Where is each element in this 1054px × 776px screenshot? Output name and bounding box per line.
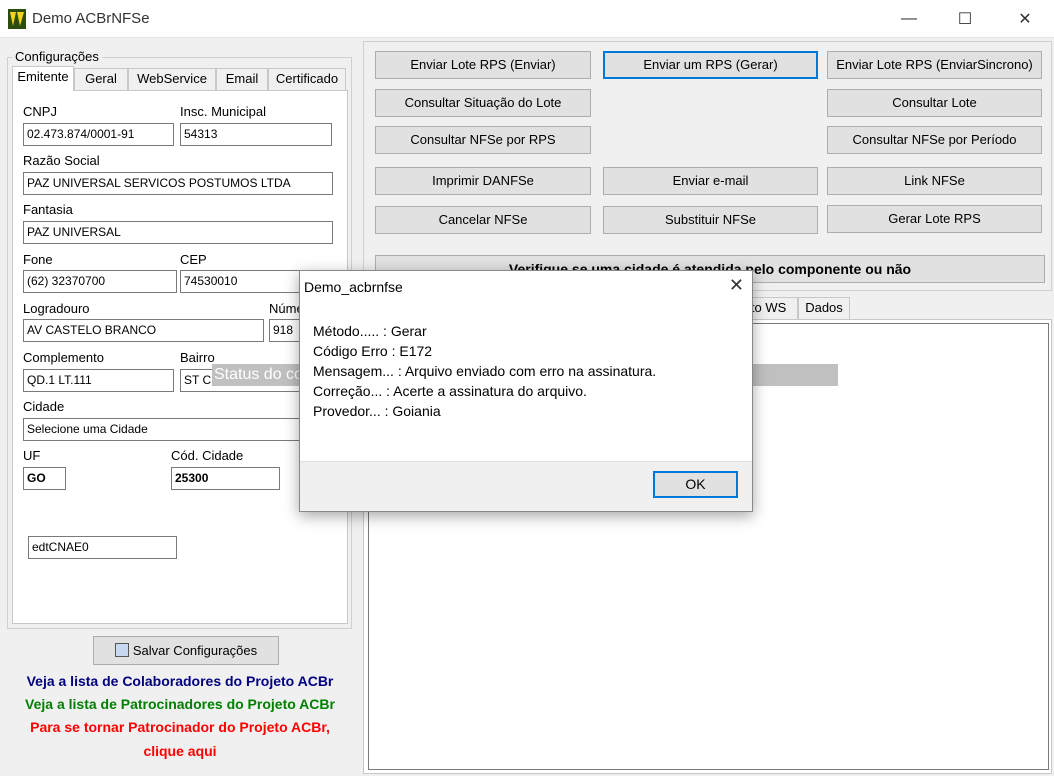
tab-dados[interactable]: Dados [798, 297, 850, 319]
cep-field[interactable]: 74530010 [180, 270, 305, 293]
cidade-label: Cidade [23, 399, 65, 414]
clique-aqui-link[interactable]: clique aqui [5, 743, 355, 759]
app-logo-icon [8, 9, 26, 29]
logradouro-field[interactable]: AV CASTELO BRANCO [23, 319, 264, 342]
dialog-correcao-line: Correção... : Acerte a assinatura do arq… [313, 383, 587, 399]
razao-social-label: Razão Social [23, 153, 100, 168]
dialog-ok-button[interactable]: OK [653, 471, 738, 498]
uf-field[interactable]: GO [23, 467, 66, 490]
patrocinadores-link[interactable]: Veja a lista de Patrocinadores do Projet… [5, 696, 355, 712]
substituir-nfse-button[interactable]: Substituir NFSe [603, 206, 818, 234]
maximize-button[interactable]: ☐ [942, 0, 988, 38]
tab-geral[interactable]: Geral [74, 68, 128, 90]
minimize-button[interactable]: — [886, 0, 932, 38]
cnpj-label: CNPJ [23, 104, 57, 119]
complemento-label: Complemento [23, 350, 104, 365]
imprimir-danfse-button[interactable]: Imprimir DANFSe [375, 167, 591, 195]
cod-cidade-field[interactable]: 25300 [171, 467, 280, 490]
dialog-close-icon[interactable]: ✕ [729, 275, 744, 296]
message-dialog: Demo_acbrnfse ✕ Método..... : Gerar Códi… [299, 270, 753, 512]
cep-label: CEP [180, 252, 207, 267]
cidade-select[interactable]: Selecione uma Cidade [23, 418, 305, 441]
dialog-title: Demo_acbrnfse [304, 279, 403, 295]
fone-label: Fone [23, 252, 53, 267]
save-config-label: Salvar Configurações [132, 643, 258, 658]
link-nfse-button[interactable]: Link NFSe [827, 167, 1042, 195]
tab-email[interactable]: Email [216, 68, 268, 90]
uf-label: UF [23, 448, 41, 463]
fantasia-label: Fantasia [23, 202, 73, 217]
dialog-mensagem-line: Mensagem... : Arquivo enviado com erro n… [313, 363, 657, 379]
consultar-nfse-periodo-button[interactable]: Consultar NFSe por Período [827, 126, 1042, 154]
cnae-field[interactable]: edtCNAE0 [28, 536, 177, 559]
consultar-lote-button[interactable]: Consultar Lote [827, 89, 1042, 117]
tornar-patrocinador-text[interactable]: Para se tornar Patrocinador do Projeto A… [5, 719, 355, 735]
consultar-situacao-lote-button[interactable]: Consultar Situação do Lote [375, 89, 591, 117]
tab-certificado[interactable]: Certificado [268, 68, 346, 90]
consultar-nfse-rps-button[interactable]: Consultar NFSe por RPS [375, 126, 591, 154]
dialog-metodo-line: Método..... : Gerar [313, 323, 427, 339]
fantasia-field[interactable]: PAZ UNIVERSAL [23, 221, 333, 244]
dialog-provedor-line: Provedor... : Goiania [313, 403, 441, 419]
logradouro-label: Logradouro [23, 301, 90, 316]
title-bar: Demo ACBrNFSe — ☐ ✕ [0, 0, 1054, 38]
cod-cidade-label: Cód. Cidade [171, 448, 244, 463]
fone-field[interactable]: (62) 32370700 [23, 270, 177, 293]
enviar-lote-rps-button[interactable]: Enviar Lote RPS (Enviar) [375, 51, 591, 79]
enviar-lote-sincrono-button[interactable]: Enviar Lote RPS (EnviarSincrono) [827, 51, 1042, 79]
colaboradores-link[interactable]: Veja a lista de Colaboradores do Projeto… [5, 673, 355, 689]
cnpj-field[interactable]: 02.473.874/0001-91 [23, 123, 174, 146]
tab-emitente[interactable]: Emitente [12, 66, 74, 91]
config-group-label: Configurações [12, 49, 102, 64]
cancelar-nfse-button[interactable]: Cancelar NFSe [375, 206, 591, 234]
enviar-email-button[interactable]: Enviar e-mail [603, 167, 818, 195]
save-config-button[interactable]: Salvar Configurações [93, 636, 279, 665]
insc-municipal-label: Insc. Municipal [180, 104, 266, 119]
tab-webservice[interactable]: WebService [128, 68, 216, 90]
complemento-field[interactable]: QD.1 LT.111 [23, 369, 174, 392]
close-window-button[interactable]: ✕ [1002, 0, 1048, 38]
gerar-lote-rps-button[interactable]: Gerar Lote RPS [827, 205, 1042, 233]
razao-social-field[interactable]: PAZ UNIVERSAL SERVICOS POSTUMOS LTDA [23, 172, 333, 195]
insc-municipal-field[interactable]: 54313 [180, 123, 332, 146]
window-title: Demo ACBrNFSe [32, 10, 150, 27]
dialog-codigo-erro-line: Código Erro : E172 [313, 343, 433, 359]
save-icon [114, 643, 129, 657]
bairro-label: Bairro [180, 350, 215, 365]
enviar-um-rps-button[interactable]: Enviar um RPS (Gerar) [603, 51, 818, 79]
